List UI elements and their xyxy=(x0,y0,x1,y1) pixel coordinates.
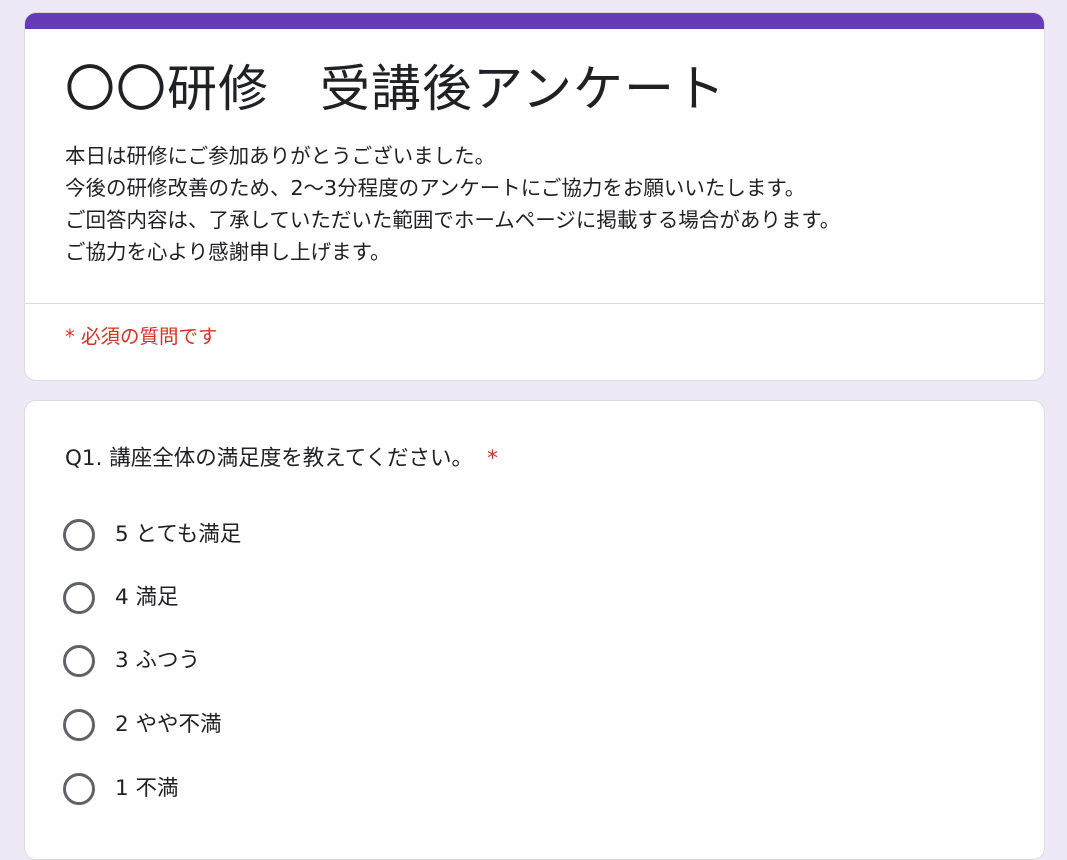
required-note: * 必須の質問です xyxy=(65,325,218,348)
radio-option-4[interactable]: 4 満足 xyxy=(63,578,663,618)
option-label: 4 満足 xyxy=(115,585,179,610)
option-label: 2 やや不満 xyxy=(115,712,222,737)
required-asterisk: * xyxy=(487,446,498,471)
description-line: ご協力を心より感謝申し上げます。 xyxy=(65,240,391,264)
question-text: Q1. 講座全体の満足度を教えてください。 xyxy=(65,446,474,471)
radio-button-icon[interactable] xyxy=(63,645,95,677)
question-card-q1: Q1. 講座全体の満足度を教えてください。 * 5 とても満足 4 満足 3 ふつ… xyxy=(24,400,1045,860)
question-title: Q1. 講座全体の満足度を教えてください。 * xyxy=(65,443,498,475)
option-label: 5 とても満足 xyxy=(115,522,242,547)
radio-button-icon[interactable] xyxy=(63,519,95,551)
form-header-card: 〇〇研修 受講後アンケート 本日は研修にご参加ありがとうございました。 今後の研… xyxy=(24,12,1045,381)
form-title: 〇〇研修 受講後アンケート xyxy=(65,60,726,118)
radio-option-2[interactable]: 2 やや不満 xyxy=(63,705,663,745)
description-line: ご回答内容は、了承していただいた範囲でホームページに掲載する場合があります。 xyxy=(65,208,841,232)
option-label: 3 ふつう xyxy=(115,648,201,673)
form-description: 本日は研修にご参加ありがとうございました。 今後の研修改善のため、2〜3分程度の… xyxy=(65,140,1025,268)
description-line: 本日は研修にご参加ありがとうございました。 xyxy=(65,144,496,168)
description-line: 今後の研修改善のため、2〜3分程度のアンケートにご協力をお願いいたします。 xyxy=(65,176,806,200)
option-label: 1 不満 xyxy=(115,776,179,801)
radio-button-icon[interactable] xyxy=(63,773,95,805)
form-accent-bar xyxy=(25,13,1044,29)
radio-button-icon[interactable] xyxy=(63,582,95,614)
radio-button-icon[interactable] xyxy=(63,709,95,741)
header-divider xyxy=(25,303,1044,304)
radio-option-5[interactable]: 5 とても満足 xyxy=(63,515,663,555)
radio-option-1[interactable]: 1 不満 xyxy=(63,769,663,809)
radio-option-3[interactable]: 3 ふつう xyxy=(63,641,663,681)
